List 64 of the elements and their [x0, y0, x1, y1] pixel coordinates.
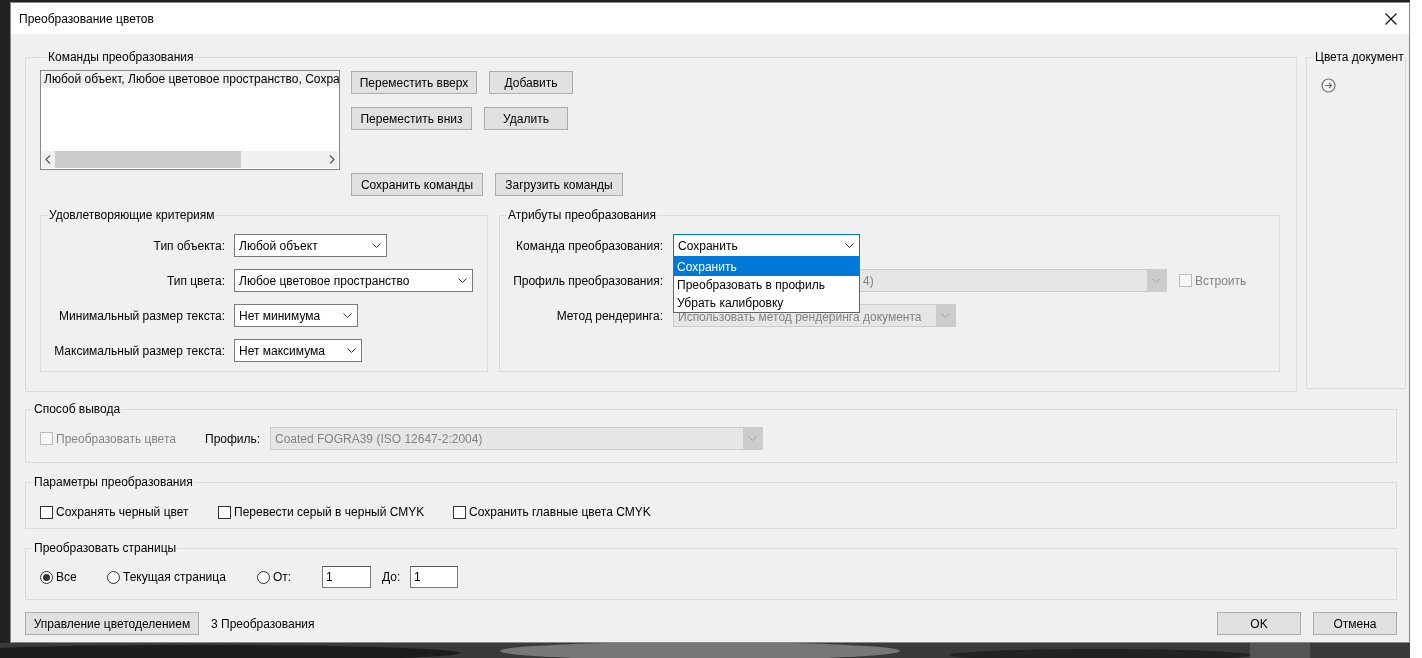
push-button[interactable]: Отмена [1313, 612, 1397, 635]
caret-icon [748, 436, 757, 441]
scrollbar-thumb[interactable] [55, 151, 241, 168]
caret-icon [845, 243, 854, 248]
push-button[interactable]: Переместить вниз [351, 107, 472, 130]
list-box[interactable]: Любой объект, Любое цветовое пространство, Сохра [40, 70, 340, 170]
field-label: Минимальный размер текста: [58, 307, 225, 325]
radio-button[interactable] [257, 570, 270, 584]
radio-label: Все [56, 569, 77, 586]
dropdown[interactable]: Нет максимума [234, 339, 362, 362]
field-label: Профиль преобразования: [512, 272, 663, 290]
radio-button[interactable] [40, 570, 53, 584]
field-label: До: [382, 569, 402, 586]
input-field[interactable]: 1 [410, 566, 458, 588]
field-label: Метод рендеринга: [555, 307, 663, 325]
group-title: Удовлетворяющие критериям [48, 208, 216, 222]
group-title: Способ вывода [33, 402, 122, 416]
checkbox-label: Сохранить главные цвета CMYK [469, 504, 651, 521]
field-label: Тип объекта: [152, 237, 225, 255]
caret-icon [347, 348, 356, 353]
input-field[interactable]: 1 [322, 566, 371, 588]
dropdown[interactable]: Любой объект [234, 234, 387, 257]
checkbox-label: Преобразовать цвета [56, 430, 176, 448]
checkbox[interactable] [218, 505, 231, 519]
checkbox-label: Сохранять черный цвет [56, 504, 189, 521]
checkbox[interactable] [40, 505, 53, 519]
push-button[interactable]: Добавить [489, 71, 573, 94]
caret-icon [372, 243, 381, 248]
list-item[interactable]: Любой объект, Любое цветовое пространство, Сохра [41, 71, 339, 88]
scrollbar[interactable] [42, 151, 338, 168]
checkbox[interactable] [453, 505, 466, 519]
field-label: Команда преобразования: [515, 237, 663, 255]
caret-icon [458, 278, 467, 283]
scroll-right-icon [329, 155, 335, 164]
radio-button[interactable] [107, 570, 120, 584]
group-title: Команды преобразования [47, 50, 195, 64]
push-button[interactable]: OK [1217, 612, 1301, 635]
group-title: Параметры преобразования [33, 475, 194, 489]
field-label: Тип цвета: [165, 272, 225, 290]
radio-label: От: [273, 569, 292, 586]
radio-label: Текущая страница [123, 569, 226, 586]
dropdown[interactable]: Любое цветовое пространство [234, 269, 473, 292]
caret-icon [941, 313, 950, 318]
checkbox-label: Встроить [1195, 272, 1247, 290]
window-title: Преобразование цветов [19, 10, 154, 28]
group-title: Атрибуты преобразования [507, 208, 658, 222]
push-button[interactable]: Управление цветоделением [25, 612, 199, 635]
menu-item[interactable]: Сохранить [674, 258, 859, 276]
push-button[interactable]: Переместить вверх [351, 71, 477, 94]
field-label: Профиль: [205, 430, 262, 448]
group-title: Цвета документ [1314, 51, 1405, 64]
push-button[interactable]: Загрузить команды [495, 173, 623, 196]
field-label: Максимальный размер текста: [53, 342, 225, 360]
push-button[interactable]: Удалить [484, 107, 568, 130]
close-icon [1385, 12, 1397, 25]
group-title: Преобразовать страницы [33, 541, 178, 555]
status-text: 3 Преобразования [211, 615, 315, 633]
push-button[interactable]: Сохранить команды [351, 173, 483, 196]
caret-icon [343, 313, 352, 318]
dropdown[interactable]: Нет минимума [234, 304, 358, 327]
scroll-left-icon [45, 155, 51, 164]
arrow-right-circle-icon [1321, 78, 1336, 93]
checkbox-label: Перевести серый в черный CMYK [234, 504, 425, 521]
caret-icon [1152, 278, 1161, 283]
